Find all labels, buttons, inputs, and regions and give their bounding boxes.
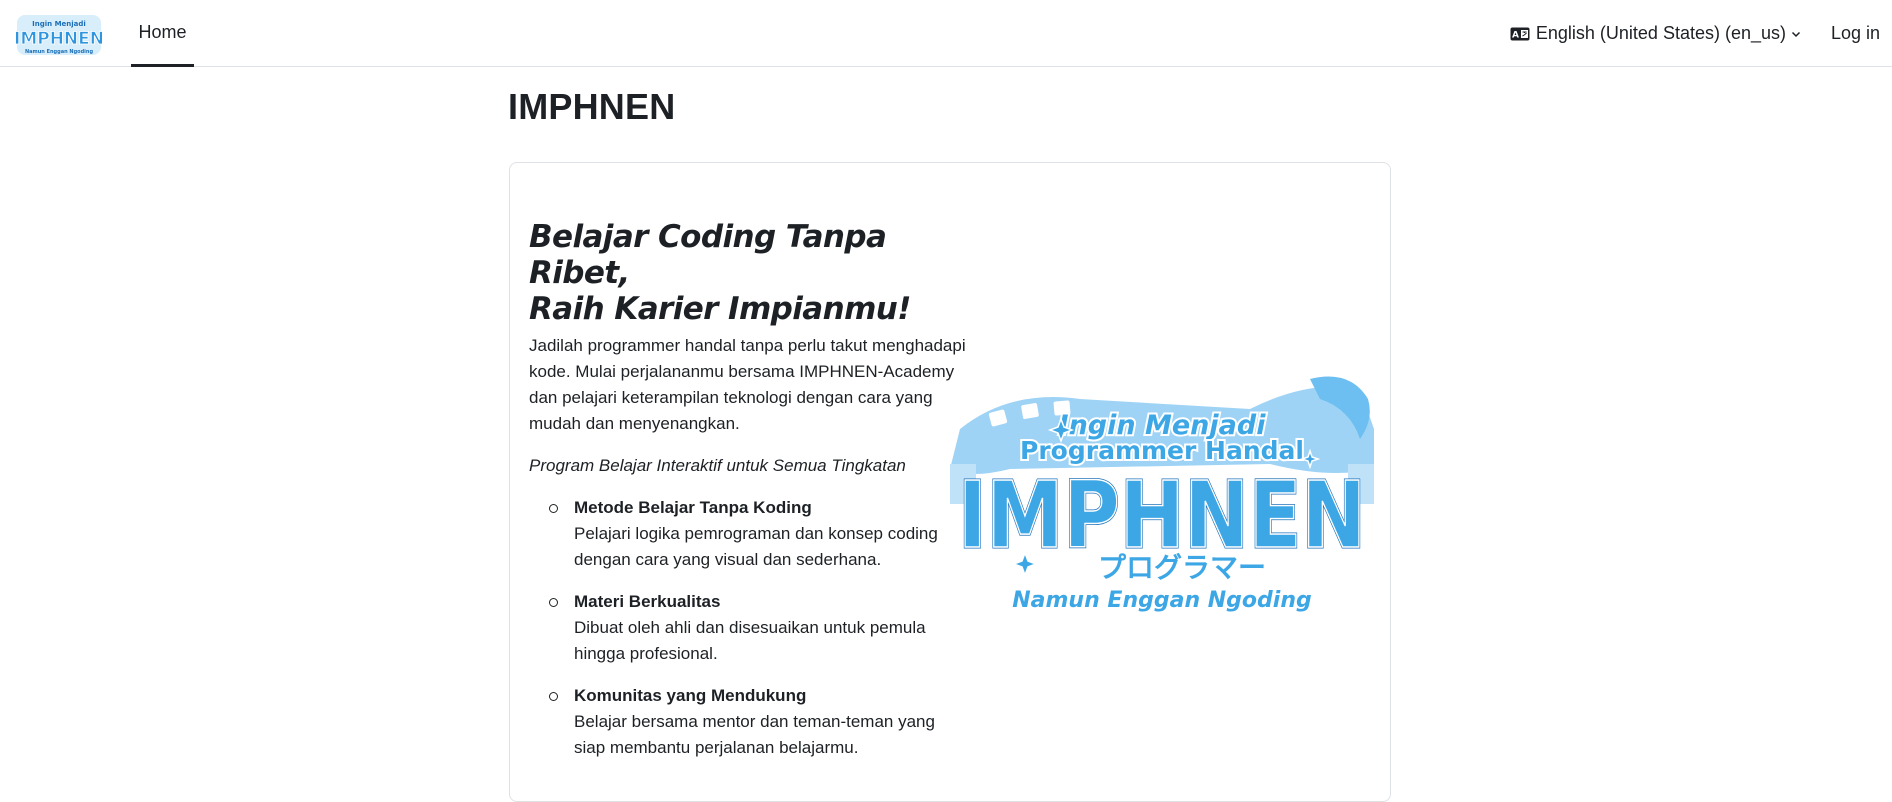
list-item: Materi Berkualitas Dibuat oleh ahli dan …: [549, 589, 969, 667]
language-label: English (United States) (en_us): [1535, 23, 1786, 43]
logo-line4: Namun Enggan Ngoding: [1012, 588, 1312, 613]
hero-text-block: Belajar Coding Tanpa Ribet, Raih Karier …: [529, 219, 969, 777]
svg-text:A: A: [1512, 30, 1519, 40]
feature-title: Materi Berkualitas: [574, 592, 721, 611]
language-icon: A: [1510, 27, 1530, 40]
site-logo[interactable]: Ingin Menjadi IMPHNEN Namun Enggan Ngodi…: [16, 11, 102, 59]
feature-description: Dibuat oleh ahli dan disesuaikan untuk p…: [574, 618, 926, 663]
chevron-down-icon: [1791, 31, 1801, 37]
hero-headline-line1: Belajar Coding Tanpa Ribet,: [529, 219, 887, 291]
feature-description: Belajar bersama mentor dan teman-teman y…: [574, 712, 935, 757]
login-label: Log in: [1830, 23, 1880, 43]
content-card: Belajar Coding Tanpa Ribet, Raih Karier …: [509, 162, 1391, 802]
imphnen-logo-image: Ingin Menjadi Programmer Handal IMPHNEN …: [950, 376, 1374, 615]
nav-home-label: Home: [138, 21, 187, 42]
nav-home-link[interactable]: Home: [131, 0, 194, 67]
list-item: Metode Belajar Tanpa Koding Pelajari log…: [549, 495, 969, 573]
hero-tagline: Program Belajar Interaktif untuk Semua T…: [529, 456, 906, 475]
page-title: IMPHNEN: [508, 86, 676, 127]
login-link[interactable]: Log in: [1831, 0, 1880, 67]
feature-list: Metode Belajar Tanpa Koding Pelajari log…: [529, 495, 969, 761]
svg-text:Namun Enggan Ngoding: Namun Enggan Ngoding: [25, 49, 93, 55]
top-navbar: Ingin Menjadi IMPHNEN Namun Enggan Ngodi…: [0, 0, 1892, 67]
hero-headline-line2: Raih Karier Impianmu!: [529, 291, 911, 327]
feature-title: Metode Belajar Tanpa Koding: [574, 498, 812, 517]
hero-intro: Jadilah programmer handal tanpa perlu ta…: [529, 336, 966, 433]
feature-description: Pelajari logika pemrograman dan konsep c…: [574, 524, 938, 569]
language-menu[interactable]: A English (United States) (en_us): [1510, 0, 1801, 67]
feature-title: Komunitas yang Mendukung: [574, 686, 807, 705]
svg-text:IMPHNEN: IMPHNEN: [16, 29, 102, 49]
hero-headline: Belajar Coding Tanpa Ribet, Raih Karier …: [529, 219, 969, 327]
logo-line2: Programmer Handal: [1020, 436, 1304, 465]
svg-text:Ingin Menjadi: Ingin Menjadi: [32, 20, 86, 28]
list-item: Komunitas yang Mendukung Belajar bersama…: [549, 683, 969, 761]
logo-katakana: プログラマー: [1098, 551, 1266, 584]
